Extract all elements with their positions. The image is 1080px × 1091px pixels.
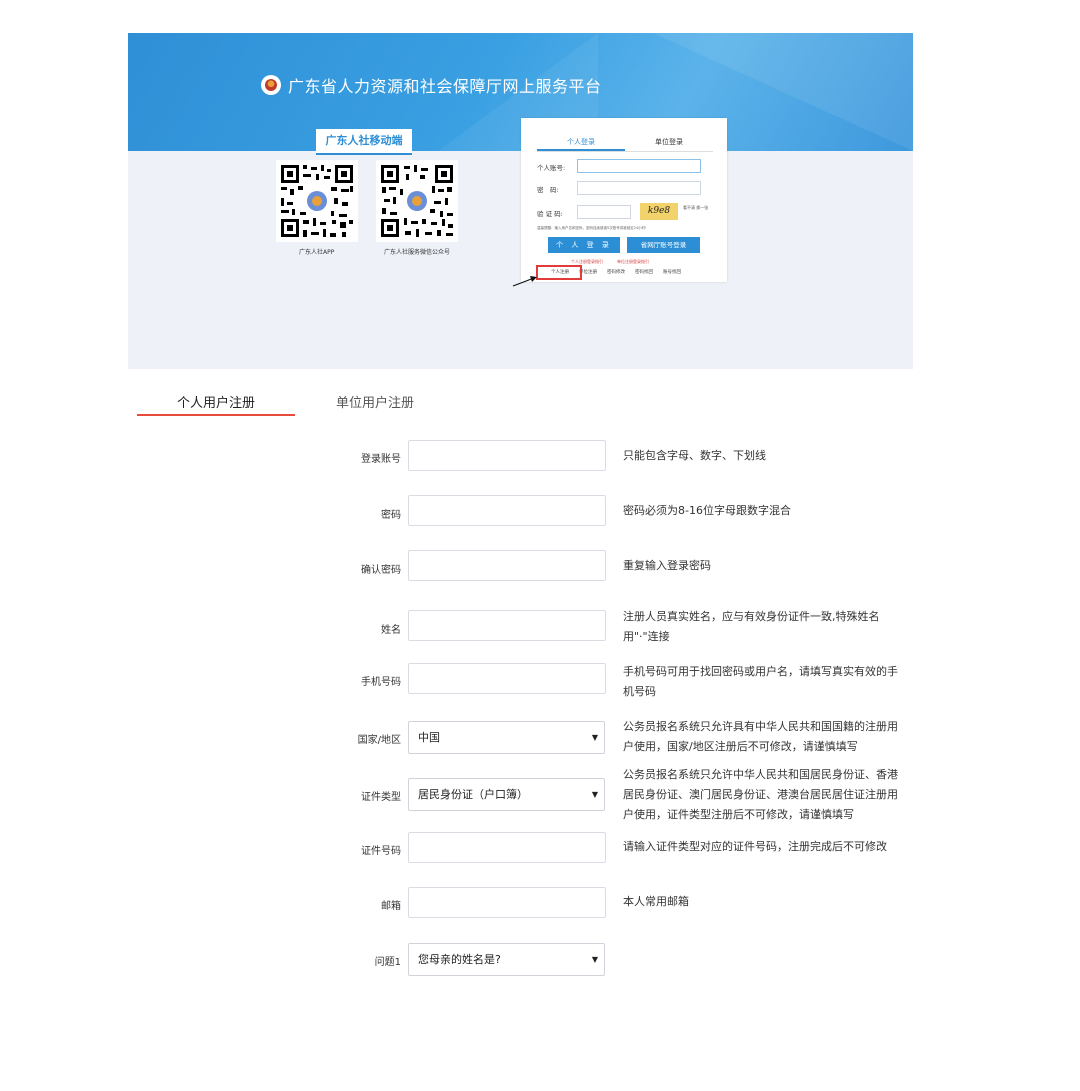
country-hint: 公务员报名系统只允许具有中华人民共和国国籍的注册用户使用，国家/地区注册后不可修… (623, 720, 898, 753)
password-field-hint: 密码必须为8-16位字母跟数字混合 (623, 504, 791, 517)
password-field-input[interactable] (408, 495, 606, 526)
password-label: 密 码: (537, 186, 559, 194)
qr-code-wechat-icon (376, 160, 458, 242)
unit-guide-link[interactable]: 单位注册登录指引 (617, 259, 649, 264)
country-select[interactable]: 中国 ▼ (408, 721, 605, 754)
confirm-password-hint: 重复输入登录密码 (623, 559, 711, 572)
login-box: 个人登录 单位登录 个人账号: 密 码: 验 证 码: k9e8 看不清 换一张… (521, 118, 727, 282)
email-hint: 本人常用邮箱 (623, 895, 689, 908)
mobile-tab[interactable]: 广东人社移动端 (316, 129, 412, 155)
chevron-down-icon: ▼ (591, 733, 598, 742)
personal-guide-link[interactable]: 个人注册登录指引 (571, 259, 603, 264)
login-account-hint: 只能包含字母、数字、下划线 (623, 449, 766, 462)
login-tabs: 个人登录 单位登录 (537, 135, 713, 152)
tab-unit-register[interactable]: 单位用户注册 (336, 392, 414, 411)
login-account-label: 登录账号 (361, 454, 401, 465)
id-type-hint: 公务员报名系统只允许中华人民共和国居民身份证、香港居民身份证、澳门居民身份证、港… (623, 768, 898, 821)
captcha-refresh-link[interactable]: 看不清 换一张 (683, 205, 711, 211)
registration-tabs: 个人用户注册 单位用户注册 (137, 388, 917, 418)
login-guides: 个人注册登录指引 单位注册登录指引 (571, 259, 663, 265)
captcha-label: 验 证 码: (537, 210, 563, 218)
link-account-recover[interactable]: 账号找回 (663, 269, 681, 275)
qr-wechat-caption: 广东人社服务微信公众号 (384, 249, 451, 256)
chevron-down-icon: ▼ (591, 955, 598, 964)
id-type-select[interactable]: 居民身份证（户口簿） ▼ (408, 778, 605, 811)
login-hint: 温馨提醒：输入用户名和密码，密码连续错误5次账号将被锁定24小时! (537, 226, 647, 230)
mobile-input[interactable] (408, 663, 606, 694)
id-type-select-value: 居民身份证（户口簿） (418, 788, 528, 801)
country-label: 国家/地区 (357, 735, 401, 746)
question1-select[interactable]: 您母亲的姓名是? ▼ (408, 943, 605, 976)
name-hint: 注册人员真实姓名，应与有效身份证件一致,特殊姓名用"·"连接 (623, 610, 880, 643)
confirm-password-label: 确认密码 (361, 565, 401, 576)
pointer-arrow-icon (512, 276, 537, 287)
portal-login-button[interactable]: 省网厅账号登录 (627, 237, 700, 253)
login-account-input[interactable] (408, 440, 606, 471)
tab-personal-login[interactable]: 个人登录 (537, 137, 625, 151)
link-password-recover[interactable]: 密码找回 (635, 269, 653, 275)
tab-personal-register[interactable]: 个人用户注册 (137, 392, 295, 416)
account-input[interactable] (577, 159, 701, 173)
password-input[interactable] (577, 181, 701, 195)
question1-select-value: 您母亲的姓名是? (418, 953, 501, 966)
id-number-label: 证件号码 (361, 846, 401, 857)
id-number-input[interactable] (408, 832, 606, 863)
tab-unit-login[interactable]: 单位登录 (625, 137, 713, 147)
highlight-box (536, 265, 582, 280)
ministry-logo-icon (261, 75, 281, 95)
question1-label: 问题1 (374, 957, 401, 968)
email-input[interactable] (408, 887, 606, 918)
email-label: 邮箱 (381, 901, 401, 912)
personal-login-button[interactable]: 个 人 登 录 (548, 237, 620, 253)
captcha-image[interactable]: k9e8 (640, 203, 678, 220)
password-field-label: 密码 (381, 510, 401, 521)
login-page-screenshot: 广东省人力资源和社会保障厅网上服务平台 广东人社移动端 广东人社APP 广东人社… (128, 33, 913, 369)
qr-code-app-icon (276, 160, 358, 242)
country-select-value: 中国 (418, 731, 440, 744)
captcha-input[interactable] (577, 205, 631, 219)
link-password-change[interactable]: 密码修改 (607, 269, 625, 275)
id-type-label: 证件类型 (361, 792, 401, 803)
mobile-label: 手机号码 (361, 677, 401, 688)
id-number-hint: 请输入证件类型对应的证件号码，注册完成后不可修改 (623, 840, 887, 853)
account-label: 个人账号: (537, 164, 566, 172)
qr-app-caption: 广东人社APP (299, 249, 335, 256)
confirm-password-input[interactable] (408, 550, 606, 581)
site-title: 广东省人力资源和社会保障厅网上服务平台 (288, 77, 602, 96)
name-label: 姓名 (381, 625, 401, 636)
chevron-down-icon: ▼ (591, 790, 598, 799)
mobile-hint: 手机号码可用于找回密码或用户名，请填写真实有效的手机号码 (623, 665, 898, 698)
name-input[interactable] (408, 610, 606, 641)
